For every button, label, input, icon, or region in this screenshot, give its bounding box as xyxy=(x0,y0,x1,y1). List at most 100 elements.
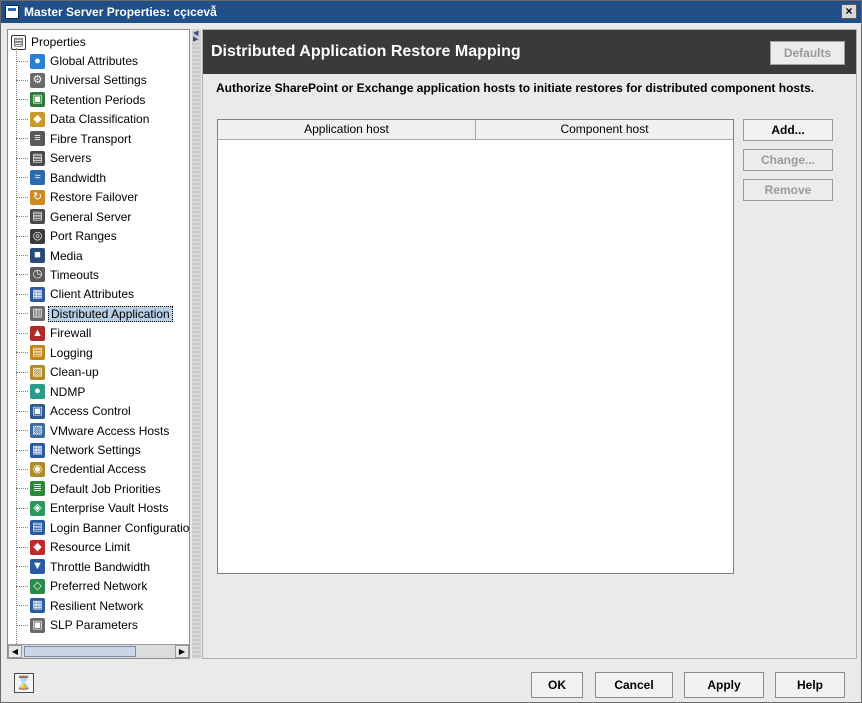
tree-item[interactable]: ▤ Servers xyxy=(16,149,93,167)
column-header-application-host[interactable]: Application host xyxy=(218,120,476,139)
tree-item-label: Port Ranges xyxy=(50,229,117,244)
apply-button[interactable]: Apply xyxy=(684,672,764,698)
app-icon xyxy=(5,5,19,19)
cleanup-icon: ▨ xyxy=(30,364,45,380)
tree-item[interactable]: ▣ Access Control xyxy=(16,402,133,420)
tree-item[interactable]: ● Global Attributes xyxy=(16,52,140,70)
tree-item[interactable]: ≈ Bandwidth xyxy=(16,169,108,187)
tree-item-label: Credential Access xyxy=(50,462,147,477)
tree-item-label: Client Attributes xyxy=(50,287,135,302)
tree-connector-line xyxy=(16,430,28,432)
distributed-icon: ▥ xyxy=(30,306,45,322)
banner-icon: ▤ xyxy=(30,520,45,536)
panel-header: Distributed Application Restore Mapping … xyxy=(203,30,856,74)
tree-item[interactable]: ▨ Clean-up xyxy=(16,363,101,381)
tree-item[interactable]: ≣ Default Job Priorities xyxy=(16,480,163,498)
tree-connector-line xyxy=(16,507,28,509)
tree-item-label: Distributed Application xyxy=(48,305,173,322)
tree-item[interactable]: ◈ Enterprise Vault Hosts xyxy=(16,499,171,517)
scroll-thumb[interactable] xyxy=(24,646,136,657)
tree-item[interactable]: ◆ Data Classification xyxy=(16,110,151,128)
tree-item[interactable]: ▧ VMware Access Hosts xyxy=(16,422,171,440)
tree-item[interactable]: ≡ Fibre Transport xyxy=(16,130,133,148)
tree-item[interactable]: ▤ General Server xyxy=(16,208,133,226)
tree-item-label: Universal Settings xyxy=(50,73,147,88)
ok-button[interactable]: OK xyxy=(531,672,583,698)
scroll-left-icon[interactable]: ◀ xyxy=(8,645,22,658)
tree-item[interactable]: ◉ Credential Access xyxy=(16,460,148,478)
tree-item[interactable]: ⚙ Universal Settings xyxy=(16,71,149,89)
tree-item-label: VMware Access Hosts xyxy=(50,423,170,438)
panel-splitter[interactable]: ◀ ▶ xyxy=(192,29,201,659)
tree-item[interactable]: ■ Media xyxy=(16,247,85,265)
tree-item[interactable]: ▦ Client Attributes xyxy=(16,285,136,303)
settings-icon: ⚙ xyxy=(30,72,45,88)
tree-item[interactable]: ▤ Login Banner Configuration xyxy=(16,519,189,537)
tree-item[interactable]: ▣ Retention Periods xyxy=(16,91,147,109)
panel-description: Authorize SharePoint or Exchange applica… xyxy=(216,81,815,95)
tree-item[interactable]: ◆ Resource Limit xyxy=(16,538,132,556)
help-button[interactable]: Help xyxy=(775,672,845,698)
column-header-component-host[interactable]: Component host xyxy=(476,120,733,139)
cancel-button[interactable]: Cancel xyxy=(595,672,673,698)
tree-connector-line xyxy=(16,157,28,159)
dialog-footer: ⌛ OK Cancel Apply Help xyxy=(1,665,861,703)
close-button[interactable]: × xyxy=(841,4,857,19)
tree-item-label: General Server xyxy=(50,209,132,224)
tree-item-label: Access Control xyxy=(50,404,131,419)
tree-item[interactable]: ▤ Logging xyxy=(16,344,95,362)
tree-item[interactable]: ▲ Firewall xyxy=(16,324,93,342)
hourglass-icon: ⌛ xyxy=(14,673,34,693)
vmware-icon: ▧ xyxy=(30,423,45,439)
tree-item-label: Resource Limit xyxy=(50,540,131,555)
tree-item-label: Enterprise Vault Hosts xyxy=(50,501,169,516)
collapse-arrows-icon[interactable]: ◀ ▶ xyxy=(193,30,199,43)
tree-item[interactable]: ◎ Port Ranges xyxy=(16,227,119,245)
tree-item[interactable]: ▦ Network Settings xyxy=(16,441,143,459)
tree-item[interactable]: ● NDMP xyxy=(16,383,87,401)
tree-item[interactable]: ▼ Throttle Bandwidth xyxy=(16,558,152,576)
properties-tree[interactable]: ▤ Properties ● Global Attributes ⚙ Universa… xyxy=(7,29,190,659)
resilient-network-icon: ▦ xyxy=(30,598,45,614)
defaults-button[interactable]: Defaults xyxy=(770,41,845,65)
remove-button[interactable]: Remove xyxy=(743,179,833,201)
logging-icon: ▤ xyxy=(30,345,45,361)
classification-icon: ◆ xyxy=(30,111,45,127)
tree-connector-line xyxy=(16,449,28,451)
tree-root[interactable]: ▤ Properties xyxy=(11,34,88,50)
add-button[interactable]: Add... xyxy=(743,119,833,141)
tree-item[interactable]: ↻ Restore Failover xyxy=(16,188,140,206)
change-button[interactable]: Change... xyxy=(743,149,833,171)
network-icon: ▦ xyxy=(30,442,45,458)
tree-connector-line xyxy=(16,118,28,120)
properties-dialog: Master Server Properties: cçıcevẫ × ▤… xyxy=(0,0,862,703)
mapping-table[interactable]: Application host Component host xyxy=(217,119,734,574)
tree-connector-line xyxy=(16,216,28,218)
tree-horizontal-scrollbar[interactable]: ◀ ▶ xyxy=(8,644,189,658)
tree-connector-line xyxy=(16,371,28,373)
tree-connector-line xyxy=(16,566,28,568)
throttle-icon: ▼ xyxy=(30,559,45,575)
tree-connector-line xyxy=(16,79,28,81)
tree-connector-line xyxy=(16,177,28,179)
tree-item[interactable]: ▣ SLP Parameters xyxy=(16,616,140,634)
tree-connector-line xyxy=(16,138,28,140)
content-panel: Distributed Application Restore Mapping … xyxy=(202,29,857,659)
tree-connector-line xyxy=(16,255,28,256)
tree-item[interactable]: ◇ Preferred Network xyxy=(16,577,149,595)
tree-item-label: Throttle Bandwidth xyxy=(50,559,151,574)
tree-connector-line xyxy=(16,410,28,412)
title-bar: Master Server Properties: cçıcevẫ × xyxy=(1,1,861,23)
tree-item[interactable]: ◷ Timeouts xyxy=(16,266,101,284)
tree-item-label: Bandwidth xyxy=(50,170,107,185)
tree-item[interactable]: ▥ Distributed Application xyxy=(16,305,173,323)
tree-connector-line xyxy=(16,293,28,295)
tree-item[interactable]: ▦ Resilient Network xyxy=(16,597,145,615)
tree-connector-line xyxy=(16,235,28,237)
tree-item-label: Clean-up xyxy=(50,365,99,380)
ndmp-icon: ● xyxy=(30,384,45,400)
tree-connector-line xyxy=(16,332,28,334)
scroll-right-icon[interactable]: ▶ xyxy=(175,645,189,658)
server-icon: ▤ xyxy=(30,150,45,166)
port-icon: ◎ xyxy=(30,228,45,244)
